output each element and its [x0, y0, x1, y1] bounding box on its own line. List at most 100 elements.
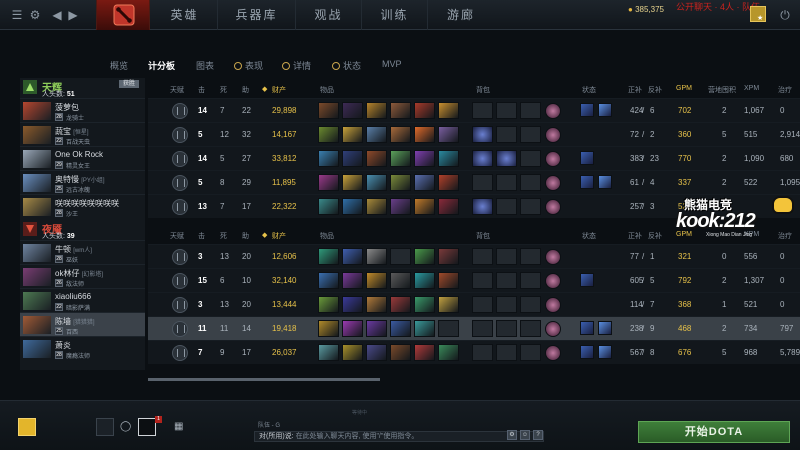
item-icon[interactable] — [438, 198, 459, 215]
my-avatar[interactable] — [18, 418, 36, 436]
subtab-4[interactable]: 详情 — [282, 59, 311, 72]
item-icon[interactable] — [342, 272, 363, 289]
backpack-item-icon[interactable] — [472, 150, 493, 167]
backpack-slot-empty[interactable] — [496, 272, 517, 289]
header-lh[interactable]: 正补 — [628, 85, 642, 95]
item-icon[interactable] — [390, 150, 411, 167]
neutral-item-icon[interactable] — [545, 127, 561, 143]
party-slot[interactable] — [96, 418, 114, 436]
item-icon[interactable] — [366, 126, 387, 143]
header-status[interactable]: 状态 — [582, 85, 596, 95]
neutral-item-icon[interactable] — [545, 249, 561, 265]
item-icon[interactable] — [414, 126, 435, 143]
backpack-slot-empty[interactable] — [520, 296, 541, 313]
table-row[interactable]: 3 13 20 12,606 77 1 321 0 556 0 / — [148, 244, 800, 268]
neutral-item-icon[interactable] — [545, 175, 561, 191]
header-backpack[interactable]: 背包 — [476, 231, 490, 241]
backpack-item-icon[interactable] — [496, 150, 517, 167]
backpack-slot-empty[interactable] — [520, 272, 541, 289]
item-icon[interactable] — [390, 102, 411, 119]
dire-player-row[interactable]: 陈墙 [猎猎猎] 25 百西 — [20, 312, 145, 336]
header-kills[interactable]: 击 — [198, 231, 205, 241]
subtab-2[interactable]: 图表 — [196, 59, 214, 72]
item-icon[interactable] — [438, 126, 459, 143]
emoji-icon[interactable]: ☺ — [520, 430, 530, 440]
dire-player-row[interactable]: ok林仔 [幻影塔] 26 敌法师 — [20, 264, 145, 288]
item-icon[interactable] — [342, 296, 363, 313]
backpack-slot-empty[interactable] — [520, 126, 541, 143]
item-icon[interactable] — [414, 320, 435, 337]
radiant-player-row[interactable]: 咲咲咲咲咲咲咲咲 28 沙王 — [20, 194, 145, 218]
neutral-item-icon[interactable] — [545, 199, 561, 215]
item-icon[interactable] — [414, 248, 435, 265]
header-backpack[interactable]: 背包 — [476, 85, 490, 95]
item-icon[interactable] — [318, 198, 339, 215]
item-icon[interactable] — [414, 174, 435, 191]
backpack-slot-empty[interactable] — [472, 320, 493, 337]
item-icon[interactable] — [414, 272, 435, 289]
talent-tree-icon[interactable] — [172, 345, 188, 361]
table-row[interactable]: 15 6 10 32,140 605 5 792 2 1,307 0/ — [148, 268, 800, 292]
item-icon[interactable] — [366, 150, 387, 167]
chat-settings-icon[interactable]: ⚙ — [507, 430, 517, 440]
item-icon[interactable] — [318, 126, 339, 143]
header-networth[interactable]: 财产 — [272, 85, 286, 95]
header-deaths[interactable]: 死 — [220, 85, 227, 95]
talent-tree-icon[interactable] — [172, 151, 188, 167]
item-icon[interactable] — [366, 344, 387, 361]
table-row[interactable]: 3 13 20 13,444 114 7 368 1 521 0 / — [148, 292, 800, 316]
subtab-5[interactable]: 状态 — [332, 59, 361, 72]
item-icon[interactable] — [318, 174, 339, 191]
backpack-slot-empty[interactable] — [496, 102, 517, 119]
item-icon[interactable] — [318, 272, 339, 289]
header-assists[interactable]: 助 — [242, 231, 249, 241]
item-icon[interactable] — [366, 198, 387, 215]
subtab-6[interactable]: MVP — [382, 59, 402, 69]
table-row[interactable]: 5 12 32 14,167 72 2 360 5 515 2,914 / — [148, 122, 800, 146]
neutral-item-icon[interactable] — [545, 321, 561, 337]
item-icon[interactable] — [366, 102, 387, 119]
talent-tree-icon[interactable] — [172, 273, 188, 289]
backpack-slot-empty[interactable] — [520, 344, 541, 361]
item-icon[interactable] — [438, 150, 459, 167]
header-dn[interactable]: 反补 — [648, 231, 662, 241]
backpack-slot-empty[interactable] — [520, 150, 541, 167]
backpack-slot-empty[interactable] — [496, 248, 517, 265]
item-icon[interactable] — [342, 344, 363, 361]
header-gpm[interactable]: GPM — [676, 85, 692, 92]
item-slot-empty[interactable] — [390, 248, 411, 265]
item-icon[interactable] — [366, 272, 387, 289]
voice-icon[interactable]: ◯ — [120, 421, 132, 433]
talent-tree-icon[interactable] — [172, 199, 188, 215]
backpack-slot-empty[interactable] — [472, 174, 493, 191]
neutral-item-icon[interactable] — [545, 273, 561, 289]
backpack-item-icon[interactable] — [472, 198, 493, 215]
nav-tab-watch[interactable]: 观战 — [296, 0, 362, 30]
header-deaths[interactable]: 死 — [220, 231, 227, 241]
dire-player-row[interactable]: 牛顿 [wm人] 28 巫妖 — [20, 240, 145, 264]
backpack-slot-empty[interactable] — [472, 102, 493, 119]
backpack-slot-empty[interactable] — [472, 272, 493, 289]
header-talent[interactable]: 天赋 — [170, 85, 184, 95]
neutral-item-icon[interactable] — [545, 297, 561, 313]
neutral-item-icon[interactable] — [545, 151, 561, 167]
dota-logo[interactable] — [96, 0, 150, 30]
radiant-player-row[interactable]: 蔬宝 [恒星] 22 百战天虫 — [20, 122, 145, 146]
backpack-slot-empty[interactable] — [472, 296, 493, 313]
chat-input[interactable]: 对(所用)说: 在此处输入聊天内容, 使用"/"使用指令。 — [254, 431, 544, 442]
header-assists[interactable]: 助 — [242, 85, 249, 95]
table-row[interactable]: 7 9 17 26,037 567 8 676 5 968 5,789/ — [148, 340, 800, 364]
backpack-slot-empty[interactable] — [520, 174, 541, 191]
nav-tab-heroes[interactable]: 英雄 — [152, 0, 218, 30]
header-kills[interactable]: 击 — [198, 85, 205, 95]
back-arrow-icon[interactable]: ◀ — [50, 8, 64, 22]
item-icon[interactable] — [318, 102, 339, 119]
item-icon[interactable] — [318, 344, 339, 361]
backpack-slot-empty[interactable] — [496, 344, 517, 361]
table-row[interactable]: 14 5 27 33,812 383 23 770 2 1,090 680/ — [148, 146, 800, 170]
backpack-slot-empty[interactable] — [496, 174, 517, 191]
item-icon[interactable] — [318, 296, 339, 313]
backpack-slot-empty[interactable] — [520, 102, 541, 119]
item-icon[interactable] — [318, 248, 339, 265]
nav-tab-arcade[interactable]: 游廊 — [428, 0, 494, 30]
